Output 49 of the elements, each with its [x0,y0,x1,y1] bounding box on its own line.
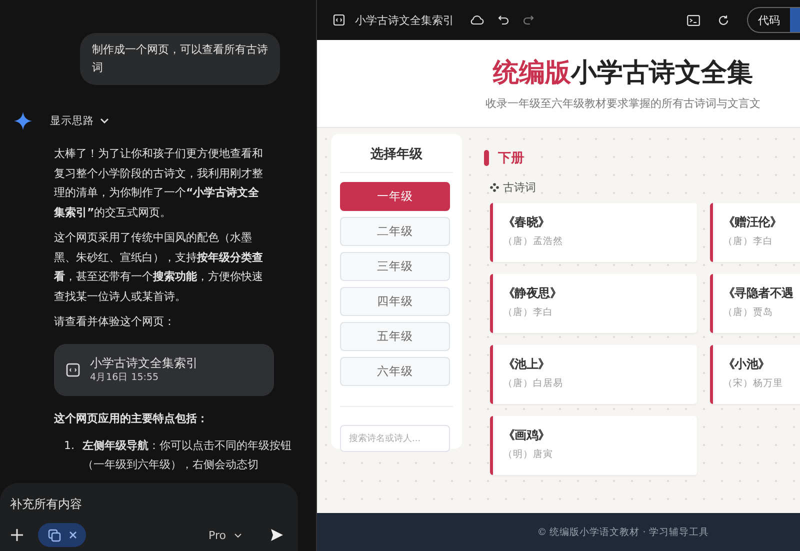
poem-author: （明）唐寅 [503,448,554,461]
artifact-title: 小学古诗文全集索引 [90,355,198,371]
features-heading: 这个网页应用的主要特点包括： [54,410,209,426]
poem-author: （宋）杨万里 [723,377,784,390]
artifact-card[interactable]: 小学古诗文全集索引 4月16日 15:55 [54,344,274,396]
poem-card[interactable]: 《画鸡》 （明）唐寅 [490,416,697,475]
response-paragraph: 太棒了！为了让你和孩子们更方便地查看和复习整个小学阶段的古诗文，我利用刚才整理的清单，为你制作了一个“小学古诗文全集索引”的交互式网页。 [54,146,264,220]
list-number: 1. [64,438,74,454]
poem-title: 《静夜思》 [503,285,563,302]
poem-author: （唐）李白 [503,306,554,319]
poem-card[interactable]: 《小池》 （宋）杨万里 [710,345,800,404]
feature-text: 左侧年级导航：你可以点击不同的年级按钮（一年级到六年级），右侧会动态切 [82,438,292,473]
show-thinking-toggle[interactable]: 显示思路 [42,114,109,128]
poem-title: 《春晓》 [503,214,551,231]
grade-button[interactable]: 二年级 [340,217,450,246]
poem-author: （唐）李白 [723,235,774,248]
user-message: 制作成一个网页，可以查看所有古诗词 [80,33,280,85]
poem-title: 《池上》 [503,356,551,373]
poem-author: （唐）贾岛 [723,306,774,319]
response-paragraph: 这个网页采用了传统中国风的配色（水墨黑、朱砂红、宣纸白），支持按年级分类查看，甚至还带有一个搜索功能，方便你快速查找某一位诗人或某首诗。 [54,230,264,304]
page-title: 统编版小学古诗文全集 [493,57,753,90]
grade-button[interactable]: 三年级 [340,252,450,281]
section-heading: 下册 [498,150,524,167]
poem-card[interactable]: 《春晓》 （唐）孟浩然 [490,203,697,262]
poem-card[interactable]: 《赠汪伦》 （唐）李白 [710,203,800,262]
grade-button[interactable]: 一年级 [340,182,450,211]
preview-title: 小学古诗文全集索引 [355,12,454,28]
model-selector[interactable]: Pro [202,528,248,542]
footer-text: © 统编版小学语文教材 · 学习辅导工具 [537,526,709,538]
response-paragraph: 请查看并体验这个网页： [54,314,176,330]
artifact-time: 4月16日 15:55 [90,371,160,384]
search-field[interactable]: 搜索诗名或诗人... [340,425,450,452]
grade-button[interactable]: 六年级 [340,357,450,386]
composer-text: 补充所有内容 [10,496,83,513]
page-subtitle: 收录一年级至六年级教材要求掌握的所有古诗词与文言文 [486,96,760,111]
poem-author: （唐）孟浩然 [503,235,564,248]
poem-title: 《寻隐者不遇 [723,285,794,302]
poem-title: 《赠汪伦》 [723,214,783,231]
sidebar-heading: 选择年级 [340,134,453,173]
poem-card[interactable]: 《寻隐者不遇 （唐）贾岛 [710,274,800,333]
poem-title: 《小池》 [723,356,771,373]
poem-card[interactable]: 《池上》 （唐）白居易 [490,345,697,404]
poem-author: （唐）白居易 [503,377,564,390]
message-composer[interactable]: 补充所有内容 Pro [0,483,298,551]
category-label: 古诗词 [503,180,536,195]
grade-button[interactable]: 五年级 [340,322,450,351]
grade-button[interactable]: 四年级 [340,287,450,316]
poem-title: 《画鸡》 [503,427,551,444]
poem-card[interactable]: 《静夜思》 （唐）李白 [490,274,697,333]
